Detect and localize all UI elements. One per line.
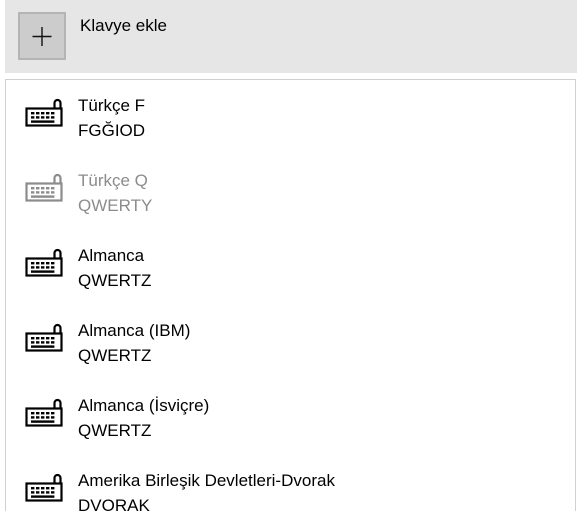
keyboard-layout: FGĞIOD <box>78 121 146 140</box>
keyboard-icon <box>25 173 63 202</box>
keyboard-icon <box>25 473 63 502</box>
keyboard-icon <box>25 248 63 277</box>
keyboard-layout: QWERTZ <box>78 421 152 440</box>
keyboard-item-almanca-ibm[interactable]: Almanca (IBM) QWERTZ <box>6 305 575 380</box>
keyboard-name: Almanca (İsviçre) <box>78 396 210 415</box>
add-keyboard-label: Klavye ekle <box>80 16 167 35</box>
keyboard-name: Türkçe F <box>78 96 146 115</box>
keyboard-item-almanca[interactable]: Almanca QWERTZ <box>6 230 575 305</box>
keyboard-layout: DVORAK <box>78 496 150 511</box>
keyboard-item-turkce-f[interactable]: Türkçe F FGĞIOD <box>6 80 575 155</box>
keyboard-item-dvorak[interactable]: Amerika Birleşik Devletleri-Dvorak DVORA… <box>6 455 575 511</box>
keyboard-layout: QWERTY <box>78 196 153 215</box>
keyboard-icon <box>25 323 63 352</box>
keyboard-layout: QWERTZ <box>78 271 152 290</box>
keyboard-name: Amerika Birleşik Devletleri-Dvorak <box>78 471 335 490</box>
keyboard-icon <box>25 398 63 427</box>
keyboard-list: Türkçe F FGĞIOD Türkçe Q QWERTY Almanca … <box>5 79 576 511</box>
plus-icon <box>32 27 52 46</box>
keyboard-settings-page: Klavye ekle Türkçe F FGĞIOD Türkçe Q QWE… <box>0 0 577 511</box>
keyboard-name: Türkçe Q <box>78 171 148 190</box>
add-keyboard-button[interactable]: Klavye ekle <box>5 0 577 73</box>
keyboard-layout: QWERTZ <box>78 346 152 365</box>
keyboard-name: Almanca (IBM) <box>78 321 191 340</box>
keyboard-item-turkce-q[interactable]: Türkçe Q QWERTY <box>6 155 575 230</box>
keyboard-name: Almanca <box>78 246 145 265</box>
keyboard-icon <box>25 98 63 127</box>
keyboard-item-almanca-isvicre[interactable]: Almanca (İsviçre) QWERTZ <box>6 380 575 455</box>
add-keyboard-tile <box>18 12 66 60</box>
